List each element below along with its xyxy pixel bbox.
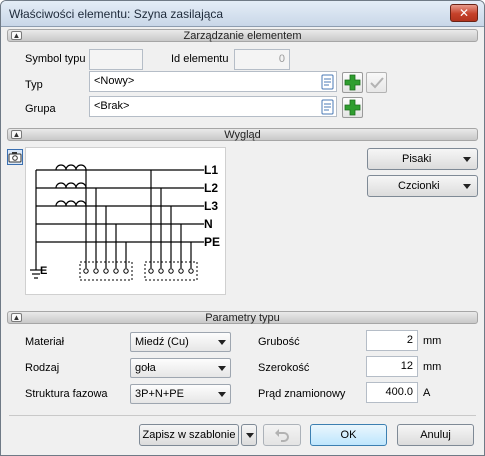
pens-button[interactable]: Pisaki: [367, 148, 478, 170]
label-l3: L3: [204, 199, 218, 213]
camera-button[interactable]: [7, 149, 23, 165]
thickness-input[interactable]: 2: [366, 330, 418, 351]
section-params-header[interactable]: ▲ Parametry typu: [7, 311, 478, 324]
confirm-type-button[interactable]: [366, 72, 387, 93]
group-label: Grupa: [25, 103, 56, 115]
current-input[interactable]: 400.0: [366, 382, 418, 403]
symbol-field: [89, 49, 143, 70]
width-input[interactable]: 12: [366, 356, 418, 377]
camera-icon: [8, 152, 22, 163]
undo-button[interactable]: [263, 424, 301, 446]
symbol-label: Symbol typu: [25, 53, 86, 65]
fonts-button[interactable]: Czcionki: [367, 175, 478, 197]
material-select[interactable]: Miedź (Cu): [130, 332, 231, 352]
fonts-label: Czcionki: [398, 180, 440, 192]
width-label: Szerokość: [258, 362, 310, 374]
ok-button[interactable]: OK: [310, 424, 387, 446]
material-value: Miedź (Cu): [135, 336, 189, 348]
check-icon: [370, 77, 384, 89]
type-label: Typ: [25, 79, 43, 91]
structure-select[interactable]: 3P+N+PE: [130, 384, 231, 404]
busbar-diagram: L1 L2 L3 N PE E: [30, 163, 220, 281]
label-l1: L1: [204, 163, 218, 177]
type-field[interactable]: <Nowy>: [89, 71, 337, 92]
document-icon[interactable]: [320, 99, 336, 115]
structure-label: Struktura fazowa: [25, 388, 108, 400]
thickness-unit: mm: [423, 335, 442, 347]
material-label: Materiał: [25, 336, 65, 348]
save-template-button[interactable]: Zapisz w szablonie: [139, 424, 239, 446]
label-l2: L2: [204, 181, 218, 195]
cancel-button[interactable]: Anuluj: [397, 424, 474, 446]
kind-label: Rodzaj: [25, 362, 60, 374]
pens-label: Pisaki: [402, 153, 432, 165]
kind-select[interactable]: goła: [130, 358, 231, 378]
current-label: Prąd znamionowy: [258, 388, 346, 400]
thickness-label: Grubość: [258, 336, 300, 348]
title-bar: Właściwości elementu: Szyna zasilająca ✕: [1, 1, 484, 27]
label-pe: PE: [204, 235, 220, 249]
group-field[interactable]: <Brak>: [89, 96, 337, 117]
add-type-button[interactable]: [342, 72, 363, 93]
section-appearance-header[interactable]: ▲ Wygląd: [7, 128, 478, 141]
type-value: <Nowy>: [94, 75, 135, 87]
plus-icon: [344, 74, 361, 91]
id-label: Id elementu: [171, 53, 229, 65]
window-title: Właściwości elementu: Szyna zasilająca: [9, 7, 224, 21]
document-icon[interactable]: [320, 74, 336, 90]
current-unit: A: [423, 387, 431, 399]
section-title: Wygląd: [224, 129, 261, 141]
properties-dialog: Właściwości elementu: Szyna zasilająca ✕…: [0, 0, 485, 456]
label-n: N: [204, 217, 213, 231]
structure-value: 3P+N+PE: [135, 388, 184, 400]
label-ground: E: [40, 265, 47, 277]
chevron-down-icon: [218, 392, 226, 397]
section-title: Parametry typu: [205, 312, 280, 324]
id-field: 0: [234, 49, 290, 70]
kind-value: goła: [135, 362, 156, 374]
width-unit: mm: [423, 361, 442, 373]
plus-icon: [344, 99, 361, 116]
chevron-down-icon: [246, 433, 254, 438]
group-value: <Brak>: [94, 100, 130, 112]
undo-icon: [275, 429, 289, 442]
save-template-dropdown[interactable]: [241, 424, 257, 446]
add-group-button[interactable]: [342, 97, 363, 118]
section-management-header[interactable]: ▲ Zarządzanie elementem: [7, 29, 478, 42]
section-title: Zarządzanie elementem: [183, 30, 302, 42]
chevron-down-icon: [218, 340, 226, 345]
busbar-preview: L1 L2 L3 N PE E: [25, 147, 226, 295]
chevron-down-icon: [463, 184, 471, 189]
chevron-down-icon: [218, 366, 226, 371]
footer-separator: [9, 415, 476, 416]
close-button[interactable]: ✕: [450, 4, 478, 22]
chevron-down-icon: [463, 157, 471, 162]
